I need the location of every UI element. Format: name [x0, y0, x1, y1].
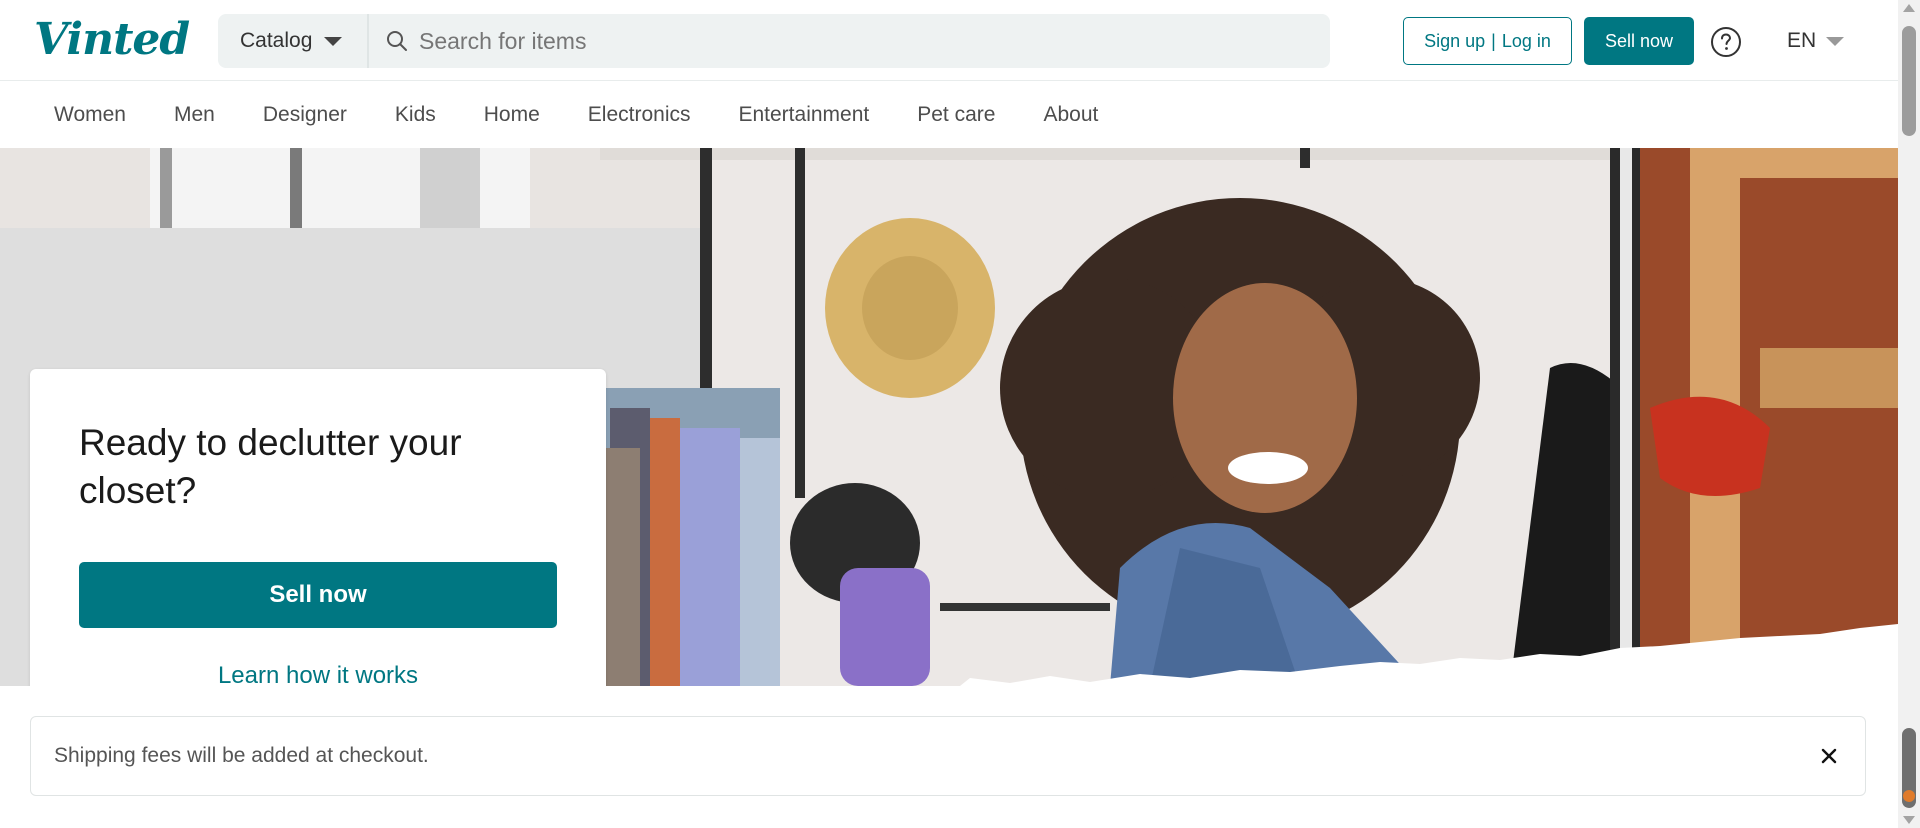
- hero-sell-now-button[interactable]: Sell now: [79, 562, 557, 628]
- page-scrollbar[interactable]: [1898, 0, 1920, 828]
- scrollbar-thumb[interactable]: [1902, 26, 1916, 136]
- nav-item-kids[interactable]: Kids: [395, 103, 436, 127]
- auth-separator: |: [1491, 30, 1496, 51]
- hero-title: Ready to declutter your closet?: [79, 422, 462, 511]
- nav-item-electronics[interactable]: Electronics: [588, 103, 691, 127]
- search-icon: [387, 31, 407, 51]
- nav-item-designer[interactable]: Designer: [263, 103, 347, 127]
- sell-now-button[interactable]: Sell now: [1584, 17, 1694, 65]
- search-input[interactable]: [419, 27, 1219, 55]
- language-label: EN: [1787, 29, 1817, 52]
- signup-login-button[interactable]: Sign up | Log in: [1403, 17, 1572, 65]
- nav-item-men[interactable]: Men: [174, 103, 215, 127]
- learn-how-it-works-link[interactable]: Learn how it works: [79, 662, 557, 686]
- search-bar: Catalog: [218, 14, 1330, 68]
- vinted-logo[interactable]: Vinted: [34, 14, 190, 65]
- signup-link[interactable]: Sign up: [1424, 31, 1485, 52]
- hero-banner: Ready to declutter your closet? Sell now…: [0, 148, 1898, 686]
- scroll-indicator-dot: [1903, 790, 1915, 802]
- nav-item-pet-care[interactable]: Pet care: [917, 103, 995, 127]
- catalog-label: Catalog: [240, 29, 313, 52]
- top-header: Vinted Catalog Sign up | Log in Sell now…: [0, 0, 1898, 81]
- sell-promo-card: Ready to declutter your closet? Sell now…: [30, 369, 606, 686]
- catalog-dropdown[interactable]: Catalog: [218, 14, 369, 68]
- shipping-notice: Shipping fees will be added at checkout.: [30, 716, 1866, 796]
- scroll-down-arrow-icon[interactable]: [1903, 816, 1915, 824]
- nav-item-entertainment[interactable]: Entertainment: [738, 103, 869, 127]
- login-link[interactable]: Log in: [1502, 31, 1551, 52]
- language-selector[interactable]: EN: [1787, 29, 1845, 53]
- nav-item-about[interactable]: About: [1043, 103, 1098, 127]
- close-icon[interactable]: [1815, 742, 1843, 770]
- help-circle-icon[interactable]: [1710, 26, 1742, 58]
- category-nav: Women Men Designer Kids Home Electronics…: [0, 82, 1898, 148]
- nav-item-women[interactable]: Women: [54, 103, 126, 127]
- chevron-down-icon: [324, 36, 343, 46]
- scroll-up-arrow-icon[interactable]: [1903, 4, 1915, 12]
- nav-item-home[interactable]: Home: [484, 103, 540, 127]
- shipping-notice-text: Shipping fees will be added at checkout.: [54, 744, 429, 767]
- chevron-down-icon: [1826, 36, 1845, 46]
